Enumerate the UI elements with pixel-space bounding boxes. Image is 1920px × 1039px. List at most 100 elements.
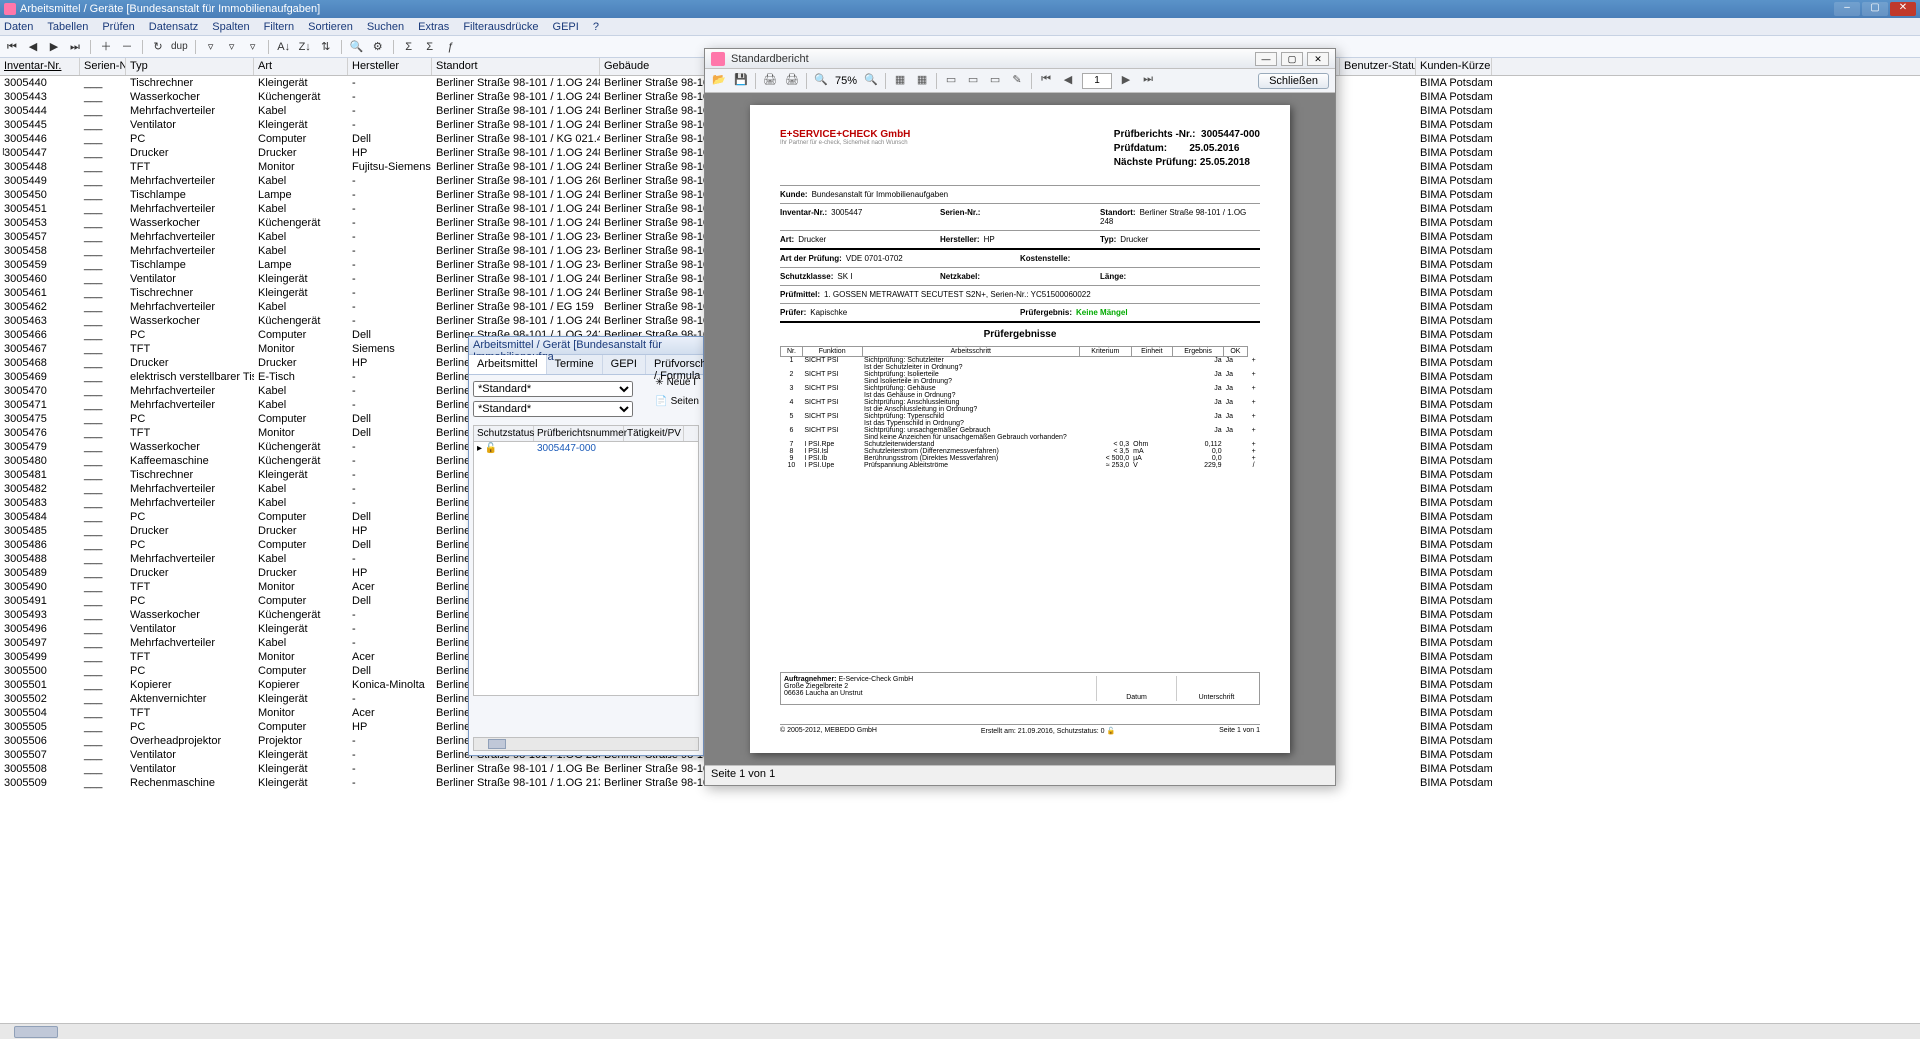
- sum2-icon[interactable]: Σ: [422, 39, 438, 55]
- h-scrollbar[interactable]: [0, 1023, 1920, 1039]
- nav-first-icon[interactable]: ⏮: [1038, 73, 1054, 89]
- menu-spalten[interactable]: Spalten: [212, 21, 249, 33]
- col-standort[interactable]: Standort: [432, 58, 600, 75]
- refresh-icon[interactable]: ↻: [150, 39, 166, 55]
- report-page: E+SERVICE+CHECK GmbHIhr Partner für e-ch…: [750, 105, 1290, 753]
- tools-icon[interactable]: ⚙: [370, 39, 386, 55]
- report-list[interactable]: Schutzstatus Prüfberichtsnummer Tätigkei…: [473, 425, 699, 696]
- report-row[interactable]: ▸ 🔓 3005447-000: [474, 442, 698, 455]
- page-icon: 📄: [655, 396, 667, 407]
- menu-datensatz[interactable]: Datensatz: [149, 21, 199, 33]
- scrollbar-thumb[interactable]: [14, 1026, 58, 1038]
- report-canvas[interactable]: E+SERVICE+CHECK GmbHIhr Partner für e-ch…: [705, 93, 1335, 765]
- report-minimize[interactable]: —: [1255, 52, 1277, 66]
- delete-icon[interactable]: －: [119, 39, 135, 55]
- layout1-icon[interactable]: ▦: [892, 73, 908, 89]
- maximize-button[interactable]: ▢: [1862, 2, 1888, 16]
- menu-prüfen[interactable]: Prüfen: [102, 21, 134, 33]
- menu-tabellen[interactable]: Tabellen: [47, 21, 88, 33]
- prev-icon[interactable]: ◀: [25, 39, 41, 55]
- close-button[interactable]: ✕: [1890, 2, 1916, 16]
- section-title: Prüfergebnisse: [780, 329, 1260, 340]
- dup-button[interactable]: dup: [171, 39, 188, 55]
- page-action[interactable]: 📄Seiten: [655, 396, 699, 407]
- tab-0[interactable]: Arbeitsmittel: [469, 355, 547, 374]
- detail-tabs: ArbeitsmittelTermineGEPIPrüfvorschriften…: [469, 355, 703, 375]
- main-titlebar[interactable]: Arbeitsmittel / Geräte [Bundesanstalt fü…: [0, 0, 1920, 18]
- save-icon[interactable]: 💾: [733, 73, 749, 89]
- mini-col-schutz[interactable]: Schutzstatus: [474, 426, 534, 441]
- print-setup-icon[interactable]: 🖨: [784, 73, 800, 89]
- menu-filtern[interactable]: Filtern: [264, 21, 295, 33]
- fx-icon[interactable]: ƒ: [443, 39, 459, 55]
- edit-icon[interactable]: ✎: [1009, 73, 1025, 89]
- report-toolbar: 📂 💾 🖨 🖨 🔍 75% 🔍 ▦ ▦ ▭ ▭ ▭ ✎ ⏮ ◀ ▶ ⏭ Schl…: [705, 69, 1335, 93]
- filter2-icon[interactable]: ▿: [224, 39, 240, 55]
- page-input[interactable]: [1082, 73, 1112, 89]
- open-icon[interactable]: 📂: [711, 73, 727, 89]
- add-icon[interactable]: ＋: [98, 39, 114, 55]
- col-hersteller[interactable]: Hersteller: [348, 58, 432, 75]
- report-titlebar[interactable]: Standardbericht — ▢ ✕: [705, 49, 1335, 69]
- zoom-in-icon[interactable]: 🔍: [863, 73, 879, 89]
- mini-col-nr[interactable]: Prüfberichtsnummer: [534, 426, 624, 441]
- minimize-button[interactable]: –: [1834, 2, 1860, 16]
- filter-icon[interactable]: ▿: [203, 39, 219, 55]
- search-icon[interactable]: 🔍: [349, 39, 365, 55]
- zoom-out-icon[interactable]: 🔍: [813, 73, 829, 89]
- mini-scrollbar[interactable]: [473, 737, 699, 751]
- col-kunden[interactable]: Kunden-Kürzel: [1416, 58, 1492, 75]
- col-inventar[interactable]: Inventar-Nr.: [0, 58, 80, 75]
- last-icon[interactable]: ⏭: [67, 39, 83, 55]
- detail-dialog[interactable]: Arbeitsmittel / Gerät [Bundesanstalt für…: [468, 336, 704, 756]
- menu-extras[interactable]: Extras: [418, 21, 449, 33]
- main-title: Arbeitsmittel / Geräte [Bundesanstalt fü…: [20, 3, 1834, 15]
- report-title: Standardbericht: [731, 53, 1255, 65]
- view3-icon[interactable]: ▭: [987, 73, 1003, 89]
- first-icon[interactable]: ⏮: [4, 39, 20, 55]
- filter-select-2[interactable]: *Standard*: [473, 401, 633, 417]
- mini-col-pv[interactable]: Tätigkeit/PV: [624, 426, 684, 441]
- layout2-icon[interactable]: ▦: [914, 73, 930, 89]
- report-number[interactable]: 3005447-000: [534, 442, 624, 455]
- print-icon[interactable]: 🖨: [762, 73, 778, 89]
- menubar: Daten Tabellen Prüfen Datensatz Spalten Filte…: [0, 18, 1920, 36]
- lock-icon: 🔓: [485, 443, 497, 454]
- nav-last-icon[interactable]: ⏭: [1140, 73, 1156, 89]
- view2-icon[interactable]: ▭: [965, 73, 981, 89]
- filter-select-1[interactable]: *Standard*: [473, 381, 633, 397]
- menu-gepi[interactable]: GEPI: [553, 21, 579, 33]
- col-typ[interactable]: Typ: [126, 58, 254, 75]
- col-benutzer[interactable]: Benutzer-Status: [1340, 58, 1416, 75]
- sort-asc-icon[interactable]: A↓: [276, 39, 292, 55]
- report-close[interactable]: ✕: [1307, 52, 1329, 66]
- report-window[interactable]: Standardbericht — ▢ ✕ 📂 💾 🖨 🖨 🔍 75% 🔍 ▦ …: [704, 48, 1336, 786]
- new-action[interactable]: ✳Neue I: [655, 377, 699, 388]
- report-maximize[interactable]: ▢: [1281, 52, 1303, 66]
- detail-dialog-title[interactable]: Arbeitsmittel / Gerät [Bundesanstalt für…: [469, 337, 703, 355]
- report-statusbar: Seite 1 von 1: [705, 765, 1335, 785]
- view1-icon[interactable]: ▭: [943, 73, 959, 89]
- lock-icon: 🔓: [1107, 728, 1116, 735]
- sort-icon[interactable]: ⇅: [318, 39, 334, 55]
- results-table: Nr.FunktionArbeitsschrittKriteriumEinhei…: [780, 346, 1260, 469]
- close-report-button[interactable]: Schließen: [1258, 73, 1329, 89]
- nav-prev-icon[interactable]: ◀: [1060, 73, 1076, 89]
- report-app-icon: [711, 52, 725, 66]
- menu-sortieren[interactable]: Sortieren: [308, 21, 353, 33]
- menu-?[interactable]: ?: [593, 21, 599, 33]
- next-icon[interactable]: ▶: [46, 39, 62, 55]
- menu-filterausdrücke[interactable]: Filterausdrücke: [463, 21, 538, 33]
- new-icon: ✳: [655, 377, 663, 388]
- col-serien[interactable]: Serien-Nr.: [80, 58, 126, 75]
- nav-next-icon[interactable]: ▶: [1118, 73, 1134, 89]
- sum-icon[interactable]: Σ: [401, 39, 417, 55]
- menu-suchen[interactable]: Suchen: [367, 21, 404, 33]
- tab-1[interactable]: Termine: [547, 355, 603, 374]
- col-art[interactable]: Art: [254, 58, 348, 75]
- filter3-icon[interactable]: ▿: [245, 39, 261, 55]
- sort-desc-icon[interactable]: Z↓: [297, 39, 313, 55]
- zoom-value[interactable]: 75%: [835, 75, 857, 87]
- menu-daten[interactable]: Daten: [4, 21, 33, 33]
- tab-2[interactable]: GEPI: [603, 355, 646, 374]
